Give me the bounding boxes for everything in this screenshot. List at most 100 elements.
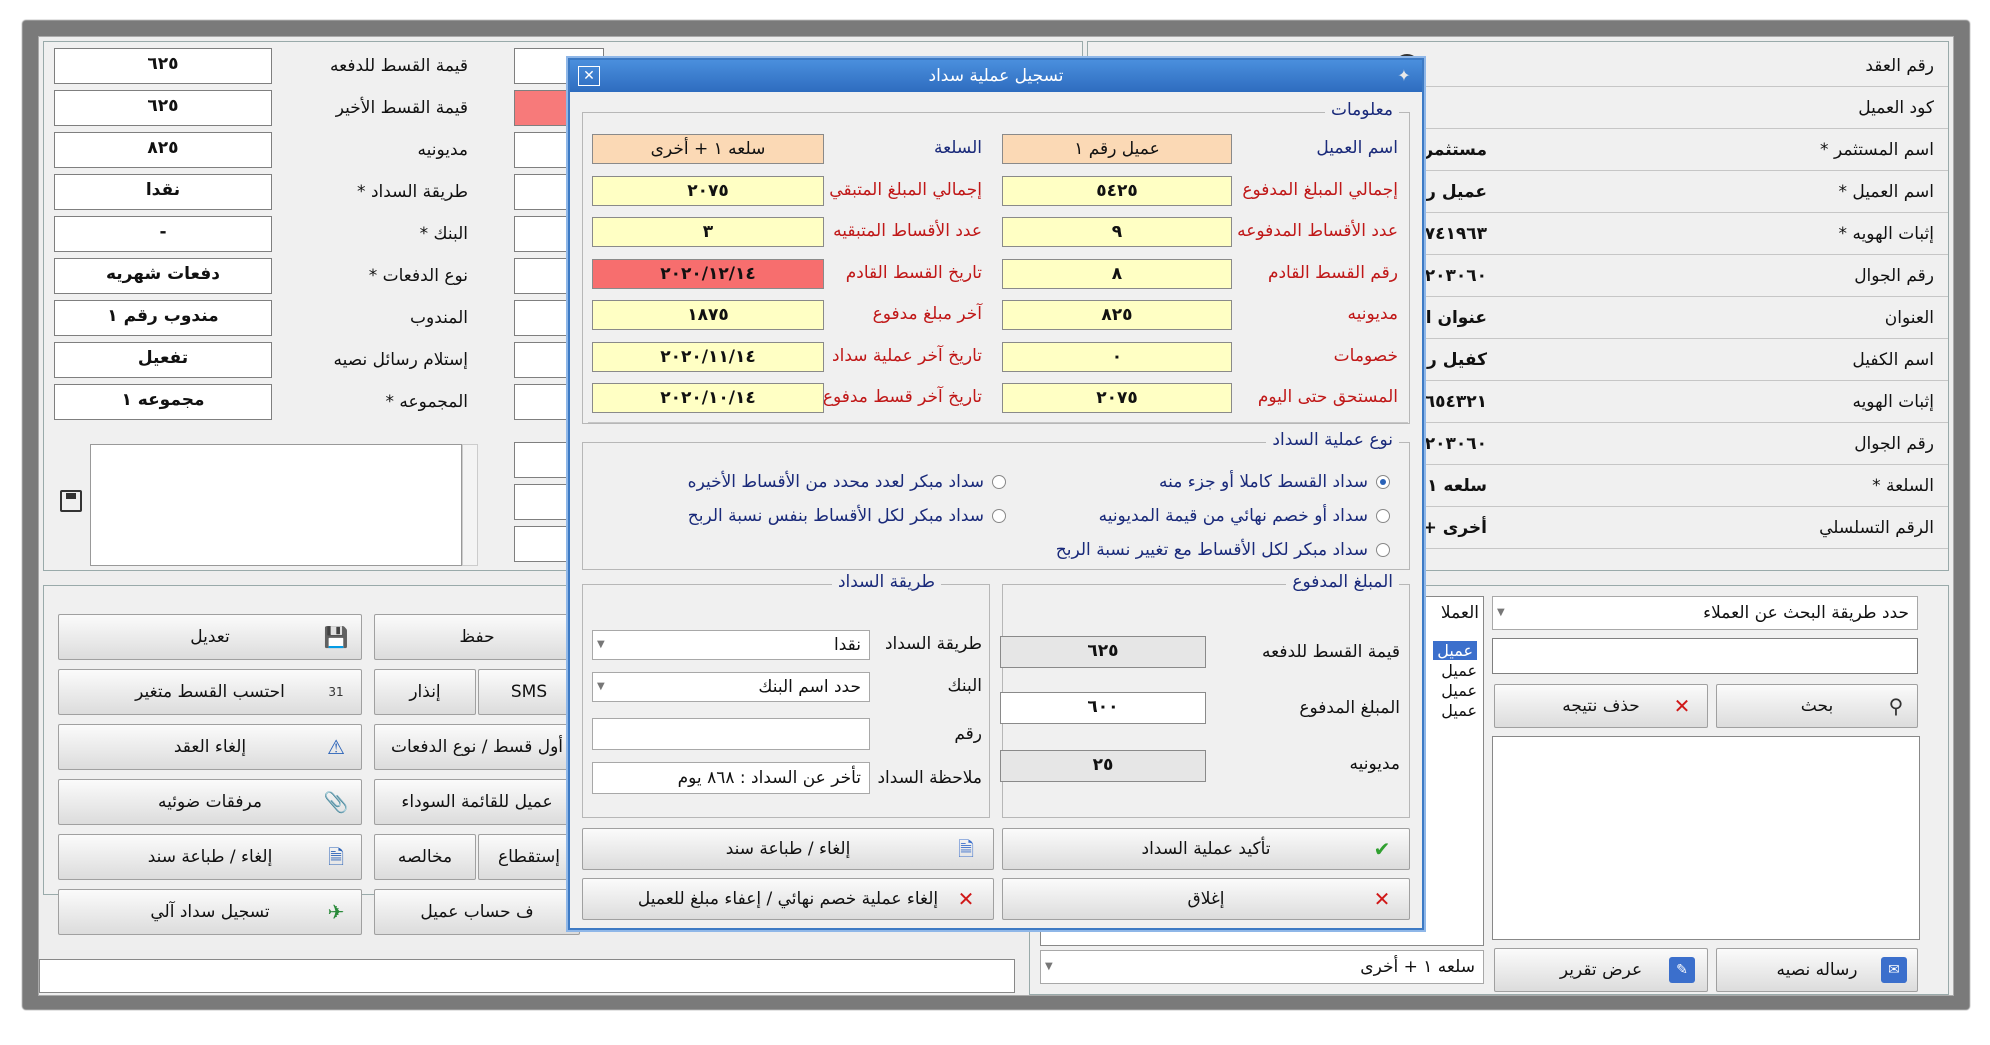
action-button[interactable]: مخالصه	[374, 834, 476, 880]
action-button[interactable]: ف حساب عميل	[374, 889, 580, 935]
notes-scrollbar[interactable]	[462, 444, 478, 566]
info-group-title: معلومات	[1324, 100, 1399, 120]
chevron-down-icon: ▼	[597, 681, 605, 692]
bank-combo[interactable]: حدد اسم البنك ▼	[592, 672, 870, 702]
contract-field-label: * السلعة	[1872, 476, 1934, 496]
action-button[interactable]: احتسب القسط متغير 31	[58, 669, 362, 715]
action-button[interactable]: إلغاء / طباعة سند 🗎	[58, 834, 362, 880]
pin-icon[interactable]: ✦	[1394, 66, 1414, 86]
commodity-combo[interactable]: سلعه ١ + أخرى ▼	[1040, 950, 1484, 984]
sms-message-button[interactable]: رساله نصيه ✉	[1716, 948, 1918, 992]
amount-label-3: مديونيه	[1349, 754, 1400, 774]
info-value: عميل رقم ١	[1002, 134, 1232, 164]
info-value: ٩	[1002, 217, 1232, 247]
payment-field-value[interactable]: ٦٢٥	[54, 90, 272, 126]
radio-early-all-change-rate[interactable]: سداد مبكر لكل الأقساط مع تغيير نسبة الرب…	[1056, 540, 1390, 560]
results-box[interactable]	[1492, 736, 1920, 940]
list-item[interactable]: عميل	[1441, 661, 1477, 680]
contract-field-label: كود العميل	[1858, 98, 1934, 118]
method-label-3: رقم	[954, 724, 982, 744]
action-button[interactable]: إنذار	[374, 669, 476, 715]
payment-field-label: قيمة القسط للدفعه	[330, 56, 468, 76]
message-icon: ✉	[1881, 957, 1907, 983]
info-label: السلعة	[933, 138, 982, 158]
search-input[interactable]	[1492, 638, 1918, 674]
info-value: ٢٠٢٠/١١/١٤	[592, 341, 824, 372]
payment-field-value[interactable]: دفعات شهريه	[54, 258, 272, 294]
close-button[interactable]: إغلاق ✕	[1002, 878, 1410, 920]
cancel-discount-button[interactable]: إلغاء عملية خصم نهائي / إعفاء مبلغ للعمي…	[582, 878, 994, 920]
payment-field-label: إستلام رسائل نصيه	[333, 350, 468, 370]
payment-field-value[interactable]: -	[54, 216, 272, 252]
payment-field-label: * البنك	[419, 224, 468, 244]
contract-field-label: * اسم العميل	[1838, 182, 1934, 202]
info-value: ٨	[1002, 258, 1232, 289]
amount-label-2: المبلغ المدفوع	[1299, 698, 1400, 718]
show-report-button[interactable]: عرض تقرير ✎	[1494, 948, 1708, 992]
payment-field-value[interactable]: نقدا	[54, 174, 272, 210]
installment-value-field: ٦٢٥	[1000, 636, 1206, 668]
list-item[interactable]: عميل	[1433, 641, 1477, 660]
radio-final-discount[interactable]: سداد أو خصم نهائي من قيمة المديونيه	[1099, 506, 1390, 526]
notes-area[interactable]	[90, 444, 462, 566]
confirm-payment-button[interactable]: تأكيد عملية السداد ✔	[1002, 828, 1410, 870]
method-label-4: ملاحظة السداد	[877, 768, 982, 788]
action-button[interactable]: تعديل 💾	[58, 614, 362, 660]
amount-label-1: قيمة القسط للدفعه	[1262, 642, 1400, 662]
info-value: ٥٤٢٥	[1002, 175, 1232, 206]
radio-full-installment[interactable]: سداد القسط كاملا أو جزء منه	[1159, 472, 1390, 492]
payment-field-value[interactable]: ٦٢٥	[54, 48, 272, 84]
info-label: مديونيه	[1347, 304, 1398, 324]
edit-doc-icon: ✎	[1669, 957, 1695, 983]
payment-field-value[interactable]: مندوب رقم ١	[54, 300, 272, 336]
search-method-combo[interactable]: حدد طريقة البحث عن العملاء ▼	[1492, 596, 1918, 630]
info-value: ١٨٧٥	[592, 300, 824, 330]
payment-field-value[interactable]: مجموعه ١	[54, 384, 272, 420]
info-label: اسم العميل	[1316, 138, 1398, 158]
action-button[interactable]: مرفقات ضوئيه 📎	[58, 779, 362, 825]
delete-result-button[interactable]: حذف نتيجه ✕	[1494, 684, 1708, 728]
chevron-down-icon: ▼	[1045, 961, 1053, 972]
search-button[interactable]: بحث ⚲	[1716, 684, 1918, 728]
info-label: تاريخ آخر قسط مدفوع	[822, 387, 982, 407]
contract-field-label: رقم العقد	[1865, 56, 1934, 76]
payment-field-label: قيمة القسط الأخير	[335, 98, 468, 118]
payment-field-value[interactable]: ٨٢٥	[54, 132, 272, 168]
info-label: إجمالي المبلغ المدفوع	[1242, 179, 1398, 200]
radio-early-all-same-rate[interactable]: سداد مبكر لكل الأقساط بنفس نسبة الربح	[688, 506, 1006, 526]
action-button[interactable]: تسجيل سداد آلي ✈	[58, 889, 362, 935]
contract-field-label: رقم الجوال	[1854, 434, 1934, 454]
paid-amount-input[interactable]: ٦٠٠	[1000, 692, 1206, 724]
status-bar	[39, 959, 1015, 993]
payment-method-combo[interactable]: نقدا ▼	[592, 630, 870, 660]
info-label: تاريخ القسط القادم	[845, 262, 982, 283]
info-value: ٢٠٢٠/١٢/١٤	[592, 258, 824, 289]
list-item[interactable]: عميل	[1441, 681, 1477, 700]
amount-group-title: المبلغ المدفوع	[1286, 572, 1399, 592]
contract-field-label: العنوان	[1884, 308, 1934, 328]
action-button[interactable]: حفظ	[374, 614, 580, 660]
close-icon[interactable]: ✕	[578, 66, 600, 86]
action-button[interactable]: أول قسط / نوع الدفعات	[374, 724, 580, 770]
action-button[interactable]: إستقطاع	[478, 834, 580, 880]
reference-number-input[interactable]	[592, 718, 870, 750]
info-label: رقم القسط القادم	[1267, 262, 1398, 283]
dialog-title: تسجيل عملية سداد	[570, 60, 1422, 92]
method-label-2: البنك	[947, 676, 983, 696]
radio-early-count[interactable]: سداد مبكر لعدد محدد من الأقساط الأخيره	[688, 472, 1006, 492]
list-item[interactable]: عميل	[1441, 701, 1477, 720]
payment-field-label: * نوع الدفعات	[368, 266, 468, 286]
info-value: ٨٢٥	[1002, 300, 1232, 330]
action-button[interactable]: SMS	[478, 669, 580, 715]
action-button[interactable]: إلغاء العقد ⚠	[58, 724, 362, 770]
action-button[interactable]: عميل للقائمة السوداء	[374, 779, 580, 825]
payment-field-value[interactable]: تفعيل	[54, 342, 272, 378]
info-value: ٠	[1002, 341, 1232, 372]
contract-field-label: اسم الكفيل	[1852, 350, 1934, 370]
save-note-icon[interactable]	[60, 490, 82, 512]
info-value: ٢٠٢٠/١٠/١٤	[592, 383, 824, 413]
calendar-icon: 31	[328, 685, 344, 699]
info-label: خصومات	[1333, 345, 1398, 366]
payment-note-input[interactable]: تأخر عن السداد : ٨٦٨ يوم	[592, 762, 870, 794]
print-receipt-button[interactable]: إلغاء / طباعة سند 🗎	[582, 828, 994, 870]
